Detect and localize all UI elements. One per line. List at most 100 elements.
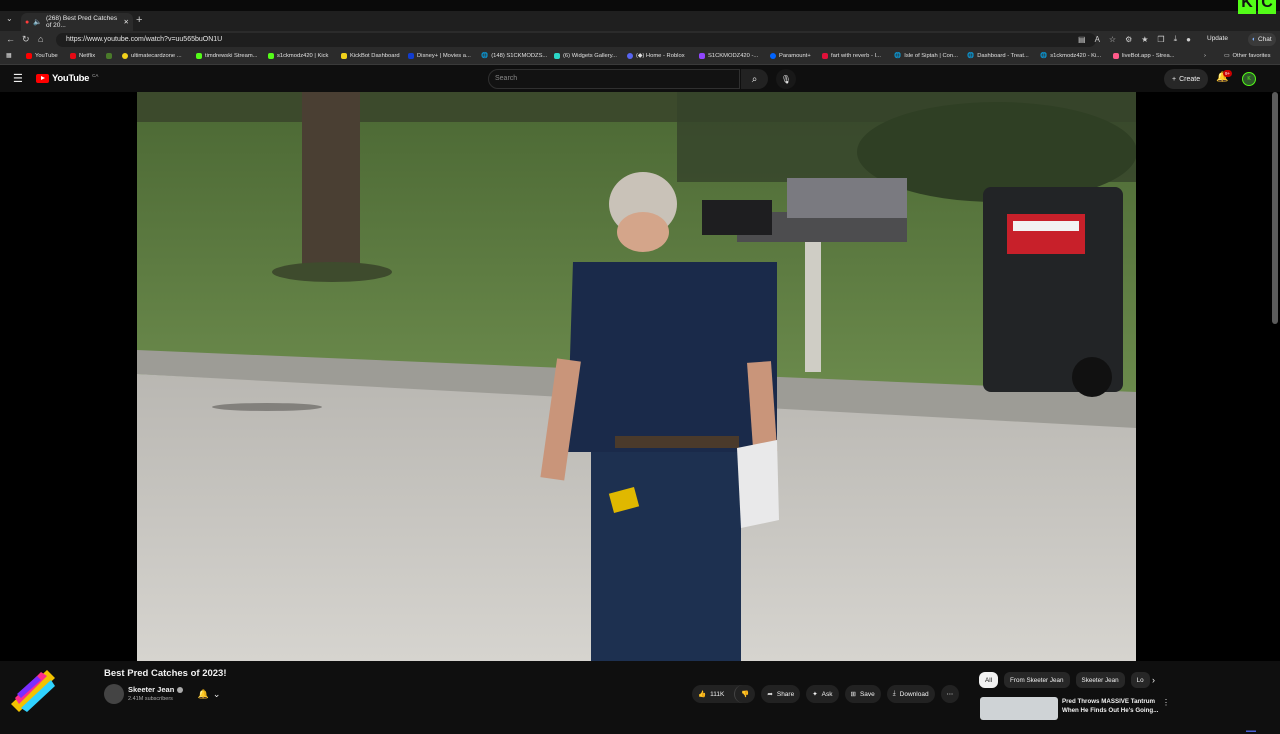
video-player[interactable]: ▬▬ (0, 92, 1280, 734)
page-scrollbar[interactable] (1272, 92, 1278, 324)
country-code: CA (92, 73, 99, 78)
bookmark-s1ckmodz-ki[interactable]: 🌐 s1ckmodz420 - Ki... (1040, 53, 1101, 59)
chip-all[interactable]: All (979, 672, 998, 688)
bookmark-leaf[interactable] (106, 53, 112, 59)
thumbs-up-icon: 👍 (698, 691, 707, 698)
bookmark-timdrewski[interactable]: timdrewski Stream... (196, 53, 258, 59)
chip-channel[interactable]: Skeeter Jean (1075, 672, 1125, 688)
tab-close-icon[interactable]: ✕ (124, 18, 129, 26)
save-button[interactable]: ⊞ Save (844, 685, 881, 703)
recommendation-thumbnail[interactable] (980, 697, 1058, 720)
speaker-icon[interactable]: 🔈 (33, 18, 42, 26)
streamer-overlay-logo-icon (11, 670, 55, 712)
back-icon[interactable]: ← (6, 34, 15, 44)
bookmark-148[interactable]: 🌐 (148) S1CKMODZS... (481, 53, 547, 59)
reader-mode-icon[interactable]: ▤ (1078, 35, 1086, 44)
bookmark-netflix[interactable]: Netflix (70, 53, 95, 59)
bookmark-treat-dashboard[interactable]: 🌐 Dashboard - Treat... (967, 53, 1029, 59)
channel-name-row[interactable]: Skeeter Jean (128, 685, 184, 694)
chevron-right-icon[interactable]: › (1152, 675, 1155, 685)
create-button[interactable]: + Create (1164, 69, 1209, 89)
profile-icon[interactable]: ● (1186, 35, 1191, 44)
reload-icon[interactable]: ↻ (22, 34, 30, 45)
bookmark-kickbot[interactable]: KickBot Dashboard (341, 53, 400, 59)
bookmark-s1ckmodz-twitch[interactable]: S1CKMODZ420 -... (699, 53, 758, 59)
voice-search-button[interactable]: 🎙 (776, 69, 796, 89)
kick-c-icon: C (1258, 0, 1276, 14)
search-button[interactable]: ⌕ (741, 69, 768, 89)
channel-avatar[interactable] (104, 684, 124, 704)
other-favorites[interactable]: ▭ Other favorites (1224, 53, 1271, 59)
search-input[interactable]: Search (488, 69, 740, 89)
home-icon[interactable]: ⌂ (38, 34, 43, 44)
kick-favicon-icon (268, 53, 274, 59)
tab-list-chevron-icon[interactable]: ⌄ (6, 14, 13, 23)
menu-icon[interactable]: ☰ (13, 72, 23, 85)
tab-title: (268) Best Pred Catches of 20... (45, 15, 118, 29)
video-actions: 👍 111K 👎 ➦ Share ✦ Ask ⊞ Save ⤓ Download… (692, 685, 960, 703)
bookmark-livebot[interactable]: liveBot.app - Strea... (1113, 53, 1175, 59)
bookmark-widgets[interactable]: (6) Widgets Gallery... (554, 53, 617, 59)
bookmark-ultimatecardzone[interactable]: ultimatecardzone ... (122, 53, 182, 59)
chevron-down-icon: ⌄ (212, 688, 221, 699)
more-horizontal-icon: ⋯ (946, 691, 954, 698)
like-button[interactable]: 👍 111K (692, 685, 730, 703)
livebot-favicon-icon (1113, 53, 1119, 59)
share-button[interactable]: ➦ Share (761, 685, 801, 703)
notification-count-badge: 9+ (1223, 70, 1233, 77)
favorite-star-icon[interactable]: ☆ (1109, 35, 1116, 44)
chip-partial[interactable]: Lo (1130, 672, 1150, 688)
address-bar-row: ← ↻ ⌂ https://www.youtube.com/watch?v=uu… (0, 31, 1280, 49)
youtube-logo[interactable]: YouTube CA (36, 73, 98, 84)
more-actions-button[interactable]: ⋯ (940, 685, 960, 703)
red-favicon-icon (822, 53, 828, 59)
microphone-icon: 🎙 (780, 74, 792, 84)
subscription-bell-button[interactable]: 🔔 ⌄ (193, 685, 225, 703)
youtube-favicon-icon (26, 53, 32, 59)
widgets-favicon-icon (554, 53, 560, 59)
bookmarks-apps-icon[interactable]: ▦ (6, 53, 11, 59)
recommendation-title[interactable]: Pred Throws MASSIVE Tantrum When He Find… (1062, 697, 1160, 715)
bookmark-isle-of-siptah[interactable]: 🌐 Isle of Siptah | Con... (894, 53, 958, 59)
disney-favicon-icon (408, 53, 414, 59)
collections-icon[interactable]: ❒ (1157, 35, 1164, 44)
dislike-button[interactable]: 👎 (734, 685, 755, 703)
extensions-icon[interactable]: ⚙ (1125, 35, 1132, 44)
channel-name[interactable]: Skeeter Jean (128, 685, 174, 694)
youtube-header: ☰ YouTube CA Search ⌕ 🎙 + Create 🔔 9+ K (0, 66, 1280, 92)
chip-from-channel[interactable]: From Skeeter Jean (1004, 672, 1070, 688)
downloads-icon[interactable]: ⤓ (1174, 34, 1178, 44)
playlist-add-icon: ⊞ (850, 691, 856, 698)
bookmark-paramount[interactable]: Paramount+ (770, 53, 811, 59)
copilot-chat-button[interactable]: ◐ Chat (1248, 33, 1276, 46)
account-avatar[interactable]: K (1242, 72, 1256, 86)
ucz-favicon-icon (122, 53, 128, 59)
ask-button[interactable]: ✦ Ask (806, 685, 839, 703)
bookmark-roblox[interactable]: (◆) Home - Roblox (627, 53, 685, 59)
verified-badge-icon (177, 686, 184, 693)
bookmarks-overflow-icon[interactable]: › (1204, 53, 1206, 59)
video-frame[interactable] (137, 92, 1136, 661)
download-button[interactable]: ⤓ Download (886, 685, 935, 703)
update-button[interactable]: Update (1207, 35, 1228, 42)
more-vertical-icon[interactable]: ⋮ (1162, 698, 1170, 707)
browser-tab-bar: ⌄ ● 🔈 (268) Best Pred Catches of 20... ✕… (0, 0, 1280, 31)
recording-dot-icon: ● (25, 18, 30, 26)
twitch-favicon-icon (699, 53, 705, 59)
paramount-favicon-icon (770, 53, 776, 59)
sparkle-icon: ✦ (812, 691, 818, 698)
new-tab-icon[interactable]: + (136, 14, 142, 26)
bookmark-s1ckmodz-kick[interactable]: s1ckmodz420 | Kick (268, 53, 328, 59)
browser-tab-active[interactable]: ● 🔈 (268) Best Pred Catches of 20... ✕ (21, 13, 133, 31)
bookmark-fart-reverb[interactable]: fart with reverb - I... (822, 53, 881, 59)
bookmark-youtube[interactable]: YouTube (26, 53, 58, 59)
netflix-favicon-icon (70, 53, 76, 59)
bookmark-disney[interactable]: Disney+ | Movies a... (408, 53, 471, 59)
chat-label: Chat (1257, 36, 1272, 43)
video-watermark-icon: ▬▬ (1246, 728, 1256, 734)
like-count: 111K (710, 690, 725, 698)
favorites-icon[interactable]: ★ (1141, 35, 1148, 44)
globe-icon: 🌐 (481, 53, 489, 59)
url-field[interactable]: https://www.youtube.com/watch?v=uu565buO… (56, 33, 1096, 47)
read-aloud-icon[interactable]: A (1095, 35, 1100, 44)
